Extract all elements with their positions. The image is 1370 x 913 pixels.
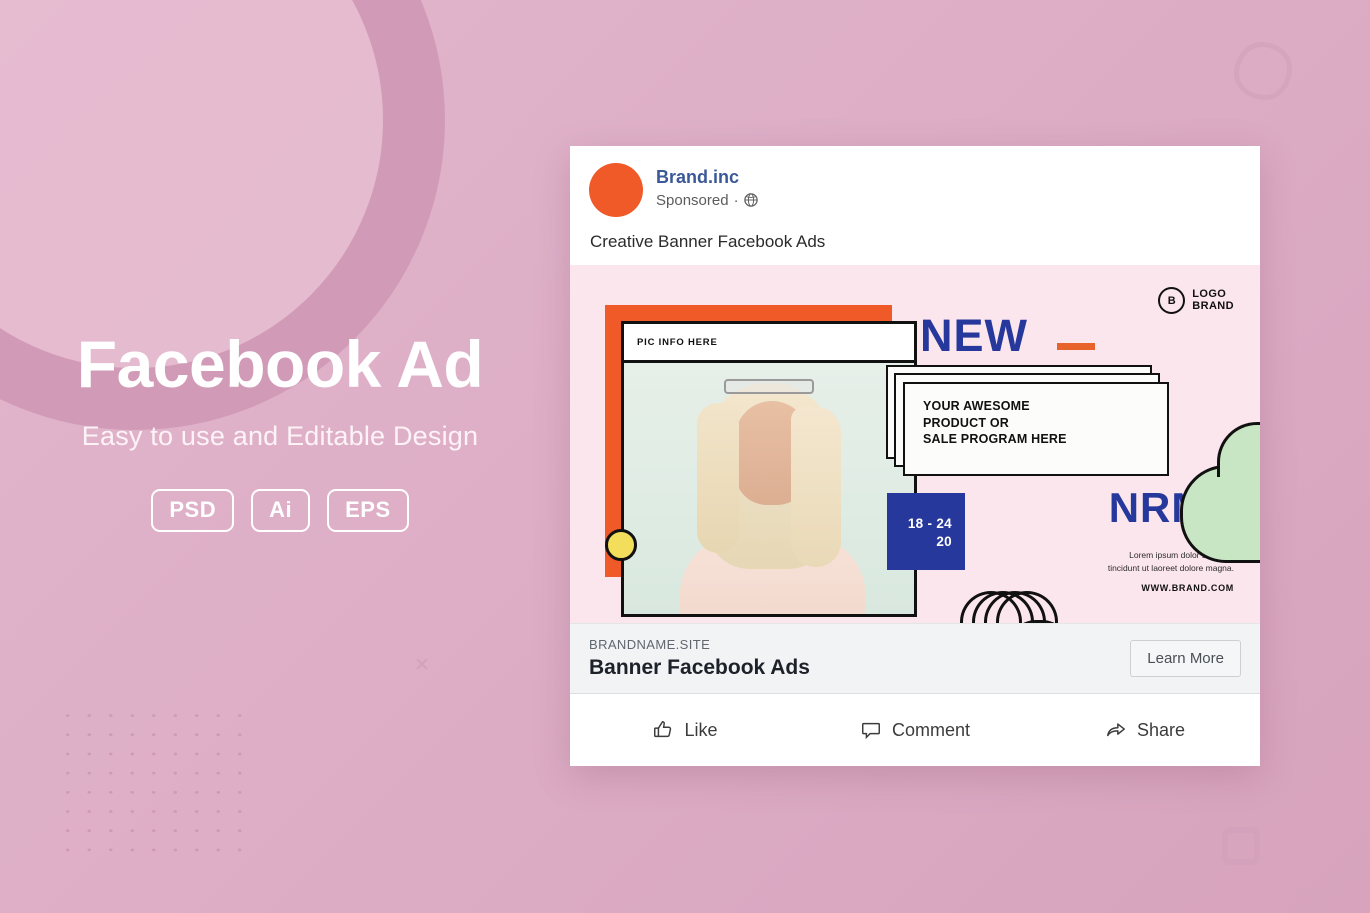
avatar[interactable] bbox=[589, 163, 643, 217]
date-badge: 18 - 24 20 bbox=[887, 493, 965, 570]
share-arrow-icon bbox=[1105, 719, 1127, 741]
arc-decoration bbox=[960, 591, 1070, 623]
cta-domain: BRANDNAME.SITE bbox=[589, 637, 711, 652]
date-year: 20 bbox=[936, 534, 952, 550]
website-url: WWW.BRAND.COM bbox=[1141, 583, 1234, 593]
format-badge-psd: PSD bbox=[151, 489, 235, 533]
sponsored-label: Sponsored bbox=[656, 191, 729, 209]
format-badge-list: PSD Ai EPS bbox=[0, 489, 560, 533]
promo-subtitle: Easy to use and Editable Design bbox=[81, 421, 479, 452]
logo-line-1: LOGO bbox=[1192, 287, 1227, 300]
decorative-dot-grid bbox=[57, 706, 247, 861]
photo-hair-right-shape bbox=[791, 407, 841, 567]
ad-creative-image[interactable]: PIC INFO HERE B LOGO BRAND NEW YOUR AWES… bbox=[570, 265, 1260, 623]
format-badge-eps: EPS bbox=[327, 489, 409, 533]
orange-dash-accent bbox=[1057, 343, 1095, 350]
like-button[interactable]: Like bbox=[570, 719, 800, 741]
date-range: 18 - 24 bbox=[907, 516, 952, 531]
format-badge-ai: Ai bbox=[251, 489, 311, 533]
pic-info-label: PIC INFO HERE bbox=[624, 324, 914, 363]
green-blob-shape bbox=[1180, 422, 1260, 563]
separator-dot: · bbox=[733, 191, 739, 209]
card-line-2: PRODUCT OR bbox=[923, 415, 1010, 430]
card-line-3: SALE PROGRAM HERE bbox=[923, 432, 1067, 446]
card-line-1: YOUR AWESOME bbox=[923, 399, 1030, 413]
photo-sunglasses-shape bbox=[724, 379, 814, 394]
cta-headline: Banner Facebook Ads bbox=[589, 656, 810, 679]
post-actions-bar: Like Comment Share bbox=[570, 694, 1260, 766]
decorative-square-outline-icon bbox=[1222, 827, 1260, 865]
comment-label: Comment bbox=[891, 719, 971, 740]
logo-wordmark: LOGO BRAND bbox=[1192, 287, 1234, 313]
share-button[interactable]: Share bbox=[1030, 719, 1260, 741]
new-headline: NEW bbox=[920, 310, 1028, 361]
sponsored-row: Sponsored · bbox=[656, 192, 758, 209]
post-header: Brand.inc Sponsored · Creative Banner Fa… bbox=[570, 146, 1260, 265]
lorem-line-2: tincidunt ut laoreet dolore magna. bbox=[1107, 563, 1234, 574]
stacked-card-front: YOUR AWESOME PRODUCT OR SALE PROGRAM HER… bbox=[903, 382, 1169, 476]
facebook-ad-card: Brand.inc Sponsored · Creative Banner Fa… bbox=[570, 146, 1260, 766]
logo-lockup: B LOGO BRAND bbox=[1158, 287, 1234, 314]
cta-strip: BRANDNAME.SITE Banner Facebook Ads Learn… bbox=[570, 623, 1260, 694]
photo-frame: PIC INFO HERE bbox=[621, 321, 917, 617]
post-caption: Creative Banner Facebook Ads bbox=[590, 232, 826, 251]
like-label: Like bbox=[684, 719, 718, 740]
poster-canvas: ✕ Facebook Ad Easy to use and Editable D… bbox=[0, 0, 1370, 913]
thumbs-up-icon bbox=[652, 719, 674, 741]
promo-panel: Facebook Ad Easy to use and Editable Des… bbox=[0, 327, 560, 533]
decorative-x-icon: ✕ bbox=[414, 655, 430, 676]
model-photo bbox=[624, 363, 914, 614]
comment-button[interactable]: Comment bbox=[800, 719, 1030, 741]
stacked-cards: YOUR AWESOME PRODUCT OR SALE PROGRAM HER… bbox=[886, 365, 1169, 476]
learn-more-button[interactable]: Learn More bbox=[1130, 640, 1241, 677]
share-label: Share bbox=[1136, 719, 1186, 740]
comment-bubble-icon bbox=[860, 719, 882, 741]
globe-icon bbox=[743, 193, 758, 207]
yellow-circle-accent bbox=[605, 529, 637, 561]
brand-name-link[interactable]: Brand.inc bbox=[656, 166, 758, 189]
photo-hair-left-shape bbox=[697, 403, 739, 553]
logo-line-2: BRAND bbox=[1192, 299, 1234, 312]
page-title: Facebook Ad bbox=[76, 327, 484, 401]
logo-mark-icon: B bbox=[1158, 287, 1186, 314]
decorative-triangle-outline-icon bbox=[1234, 42, 1292, 100]
